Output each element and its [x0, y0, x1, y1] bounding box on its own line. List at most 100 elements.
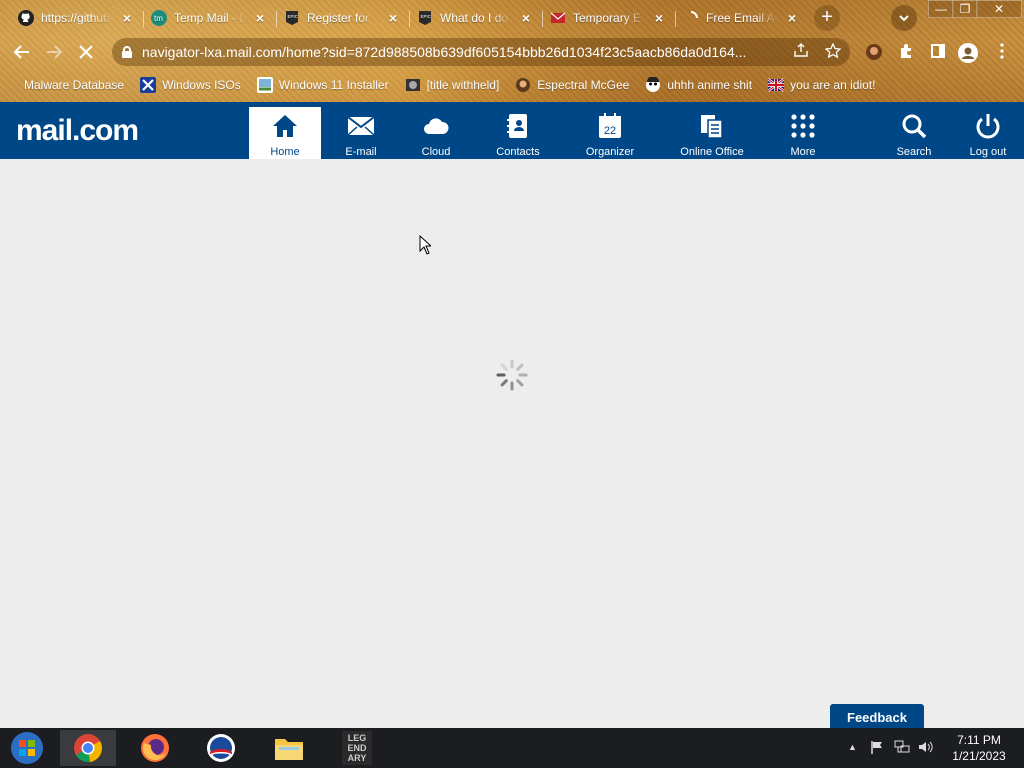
- tab-title: Register for: [307, 11, 370, 25]
- tab-strip: https://github × tm Temp Mail - Di × EPI…: [0, 0, 1024, 34]
- anime-face-icon: [646, 77, 661, 92]
- arrow-left-icon: [13, 45, 29, 59]
- bookmark-label: you are an idiot!: [790, 78, 876, 92]
- taskbar-chrome[interactable]: [60, 730, 116, 766]
- close-tab-icon[interactable]: ×: [519, 10, 533, 26]
- minimize-button[interactable]: —: [928, 0, 954, 18]
- flag-icon: [768, 78, 785, 92]
- nav-home[interactable]: Home: [249, 107, 321, 159]
- tab-temp-mail[interactable]: tm Temp Mail - Di ×: [143, 4, 275, 32]
- lock-icon: [122, 46, 132, 58]
- tab-temporary-email[interactable]: Temporary E ×: [542, 4, 674, 32]
- browser-toolbar: navigator-lxa.mail.com/home?sid=872d9885…: [0, 34, 1024, 70]
- browser-menu-icon[interactable]: [992, 43, 1012, 63]
- side-panel-icon[interactable]: [928, 43, 948, 63]
- tab-github[interactable]: https://github ×: [10, 4, 142, 32]
- clock-time: 7:11 PM: [957, 733, 1001, 747]
- nav-label: Search: [896, 146, 932, 158]
- taskbar-legendary[interactable]: LEG END ARY: [330, 730, 384, 766]
- close-icon: [79, 45, 93, 59]
- start-button[interactable]: [0, 730, 54, 766]
- tab-free-email[interactable]: Free Email Ac ×: [675, 4, 807, 32]
- nav-more[interactable]: More: [773, 107, 833, 159]
- address-bar[interactable]: navigator-lxa.mail.com/home?sid=872d9885…: [112, 38, 850, 66]
- nav-organizer[interactable]: 22 Organizer: [579, 107, 641, 159]
- tab-what-do-i-do[interactable]: EPIC What do I do ×: [409, 4, 541, 32]
- nav-label: Home: [270, 146, 300, 158]
- power-icon: [976, 114, 1000, 139]
- epic-games-icon: EPIC: [286, 11, 299, 25]
- chevron-down-icon: [899, 15, 909, 22]
- address-url[interactable]: navigator-lxa.mail.com/home?sid=872d9885…: [142, 44, 782, 60]
- back-button[interactable]: [10, 40, 34, 64]
- bookmark-windows-isos[interactable]: Windows ISOs: [140, 77, 241, 93]
- new-tab-button[interactable]: +: [814, 5, 840, 31]
- close-tab-icon[interactable]: ×: [785, 10, 799, 26]
- tab-title: Temp Mail - Di: [174, 11, 246, 25]
- tab-title: Temporary E: [573, 11, 642, 25]
- taskbar-firefox[interactable]: [128, 730, 182, 766]
- tray-expand-icon[interactable]: ▲: [848, 742, 857, 752]
- mailcom-logo[interactable]: mail.com: [16, 114, 139, 148]
- search-icon: [902, 114, 927, 139]
- volume-icon[interactable]: [918, 740, 934, 754]
- arrow-right-icon: [47, 45, 63, 59]
- bookmark-anime[interactable]: uhhh anime shit: [645, 77, 752, 93]
- avatar-icon: [516, 78, 531, 92]
- forward-button[interactable]: [42, 40, 66, 64]
- nav-log-out[interactable]: Log out: [958, 107, 1018, 159]
- share-icon[interactable]: [792, 43, 810, 61]
- grid-icon: [791, 114, 815, 138]
- x-logo-icon: [140, 77, 157, 93]
- close-window-button[interactable]: ✕: [976, 0, 1022, 18]
- tab-search-button[interactable]: [891, 5, 917, 31]
- mailcom-header: mail.com Home E-mail Cloud Contacts 22 O…: [0, 102, 1024, 159]
- mouse-cursor-icon: [419, 235, 431, 255]
- tab-title: https://github: [41, 11, 110, 25]
- nav-online-office[interactable]: Online Office: [676, 107, 748, 159]
- nav-cloud[interactable]: Cloud: [406, 107, 466, 159]
- network-icon[interactable]: [894, 740, 910, 754]
- bookmarks-bar: Malware Database Windows ISOs Windows 11…: [0, 70, 1024, 100]
- svg-text:EPIC: EPIC: [288, 14, 299, 19]
- bookmark-espectral-mcgee[interactable]: Espectral McGee: [515, 77, 629, 93]
- calendar-icon: 22: [599, 113, 621, 138]
- tab-register[interactable]: EPIC Register for ×: [276, 4, 408, 32]
- temporary-email-icon: [550, 12, 566, 23]
- tab-title: Free Email Ac: [706, 11, 778, 25]
- bookmark-you-are-an-idiot[interactable]: you are an idiot!: [768, 77, 875, 93]
- nav-contacts[interactable]: Contacts: [488, 107, 548, 159]
- bookmark-malware-database[interactable]: Malware Database: [18, 78, 124, 92]
- legendary-icon: LEG END ARY: [342, 731, 372, 765]
- bookmark-windows-11-installer[interactable]: Windows 11 Installer: [256, 77, 389, 93]
- bookmark-star-icon[interactable]: [824, 42, 842, 61]
- bookmark-site[interactable]: [title withheld]: [405, 77, 499, 93]
- tempmail-icon: tm: [151, 10, 167, 26]
- tab-title: What do I do: [440, 11, 509, 25]
- taskbar-obama-app[interactable]: [194, 730, 248, 766]
- taskbar-clock[interactable]: 7:11 PM 1/21/2023: [944, 732, 1014, 764]
- restore-button[interactable]: ❐: [952, 0, 978, 18]
- nav-search[interactable]: Search: [884, 107, 944, 159]
- feedback-button[interactable]: Feedback: [830, 704, 924, 730]
- loading-icon: [690, 11, 698, 19]
- envelope-icon: [347, 116, 375, 136]
- nav-label: Log out: [969, 146, 1007, 158]
- close-tab-icon[interactable]: ×: [253, 10, 267, 26]
- clock-date: 1/21/2023: [952, 749, 1006, 763]
- profile-icon[interactable]: [958, 43, 978, 63]
- main-content-area: [0, 159, 1024, 728]
- svg-text:EPIC: EPIC: [421, 14, 432, 19]
- close-tab-icon[interactable]: ×: [386, 10, 400, 26]
- nav-label: Cloud: [421, 146, 451, 158]
- stop-loading-button[interactable]: [74, 40, 98, 64]
- nav-email[interactable]: E-mail: [331, 107, 391, 159]
- extension-avatar-icon[interactable]: [864, 43, 884, 63]
- taskbar-file-explorer[interactable]: [262, 730, 316, 766]
- windows-taskbar: LEG END ARY ▲ 7:11 PM 1/21/2023: [0, 728, 1024, 768]
- action-center-flag-icon[interactable]: [870, 740, 884, 754]
- close-tab-icon[interactable]: ×: [120, 10, 134, 26]
- bookmark-label: uhhh anime shit: [667, 78, 753, 92]
- close-tab-icon[interactable]: ×: [652, 10, 666, 26]
- extensions-puzzle-icon[interactable]: [896, 43, 916, 63]
